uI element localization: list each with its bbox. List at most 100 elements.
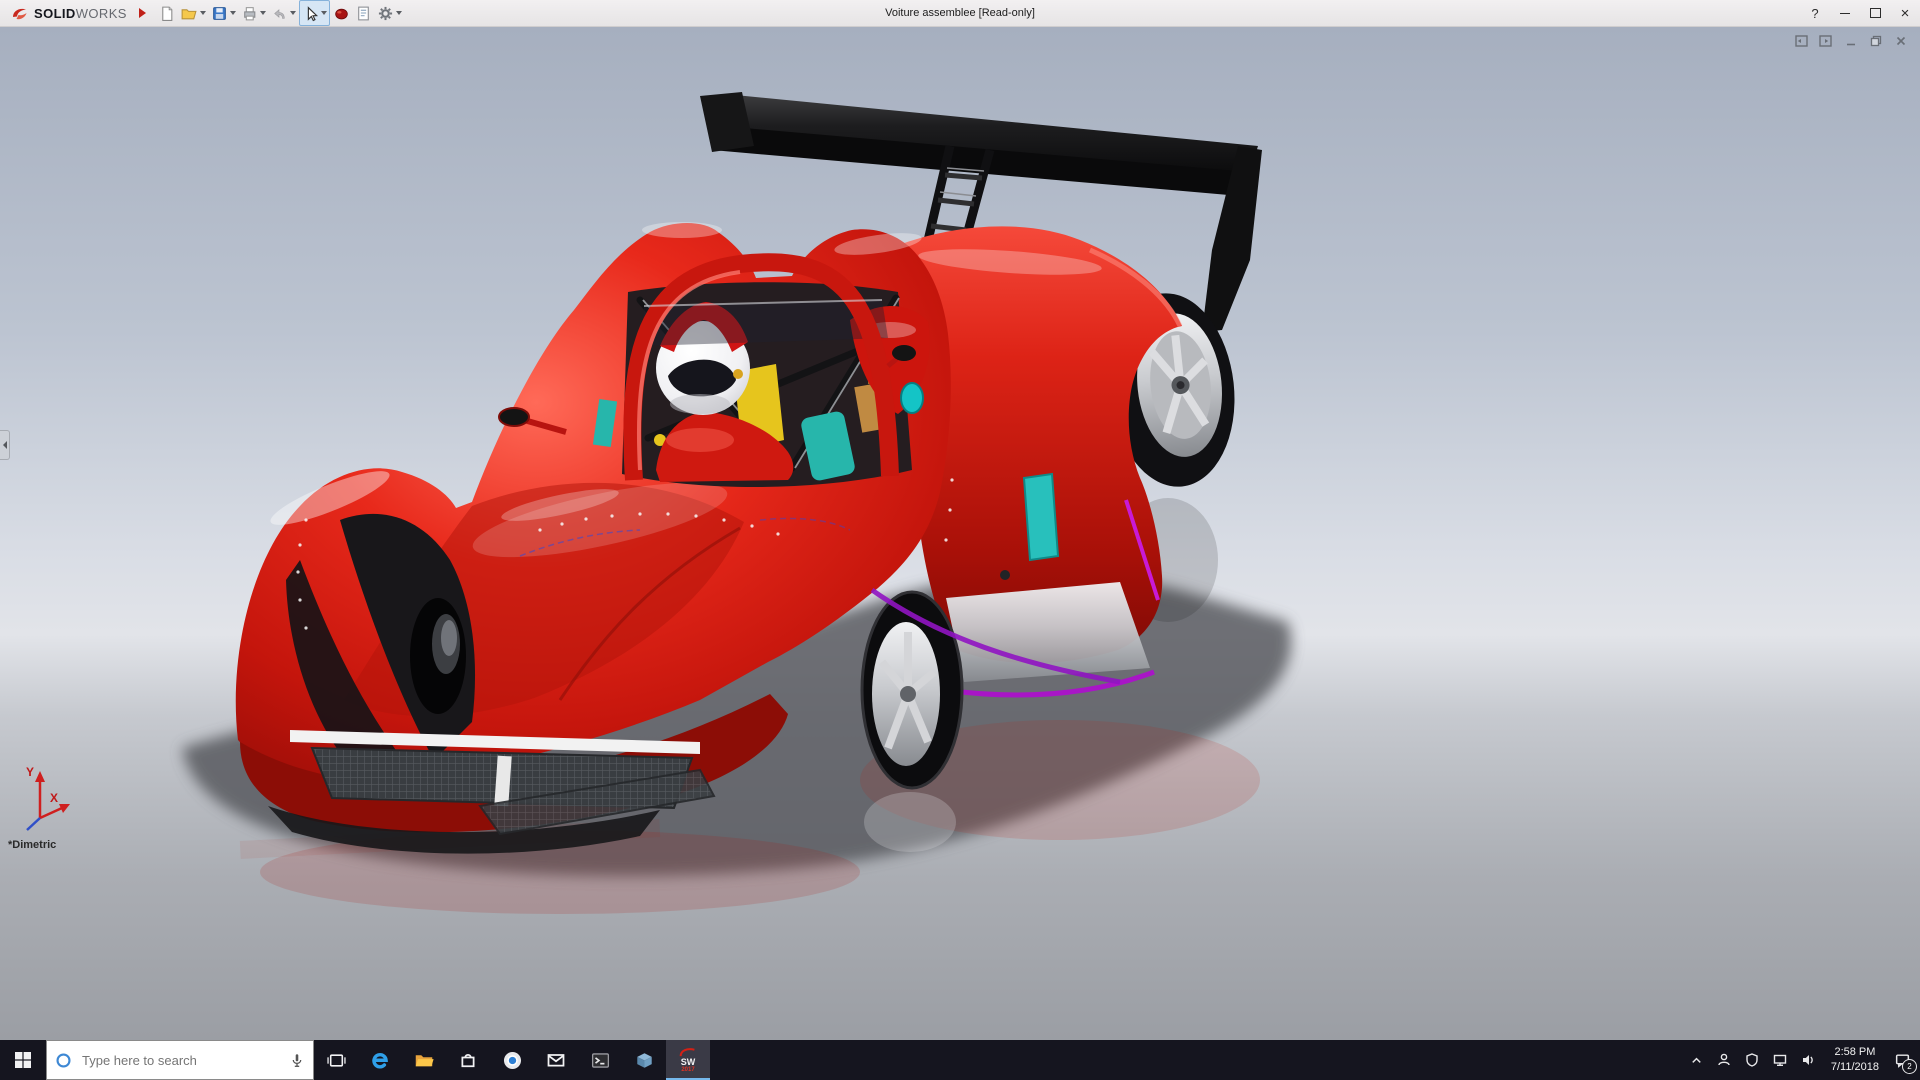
undo-icon <box>274 8 285 19</box>
store-button[interactable] <box>446 1040 490 1080</box>
clock-time: 2:58 PM <box>1834 1046 1876 1059</box>
tray-overflow-button[interactable] <box>1684 1040 1709 1080</box>
security-button[interactable] <box>1739 1040 1765 1080</box>
options-dropdown-caret[interactable] <box>395 11 402 15</box>
window-controls: ? × <box>1800 0 1920 26</box>
save-icon <box>212 6 226 20</box>
design-report-icon <box>358 6 369 20</box>
brand-text: SOLIDWORKS <box>34 5 127 21</box>
appearance-button[interactable] <box>331 1 352 25</box>
titlebar: SOLIDWORKS Voiture assemblee [Read-only]… <box>0 0 1920 27</box>
doc-close-button[interactable] <box>1892 33 1910 49</box>
open-dropdown-caret[interactable] <box>199 11 206 15</box>
windows-start-icon <box>15 1052 31 1068</box>
doc-minimize-button[interactable] <box>1842 33 1860 49</box>
doc-previous-window-button[interactable] <box>1792 33 1810 49</box>
network-icon <box>1773 1054 1787 1067</box>
start-button[interactable] <box>0 1040 46 1080</box>
doc-restore-icon <box>1870 35 1882 47</box>
search-input[interactable] <box>80 1051 281 1069</box>
design-report-button[interactable] <box>353 1 374 25</box>
appearance-icon <box>335 8 348 19</box>
maximize-button[interactable] <box>1860 0 1890 26</box>
chrome-icon <box>503 1051 521 1069</box>
store-bag-icon <box>461 1054 475 1068</box>
previous-window-icon <box>1795 35 1808 47</box>
rear-left-wheel[interactable] <box>860 590 964 790</box>
collapse-arrow-icon <box>2 441 7 449</box>
close-button[interactable]: × <box>1890 0 1920 26</box>
print-icon <box>244 6 256 20</box>
triad-y-label: Y <box>26 765 34 779</box>
view-orientation-label: *Dimetric <box>8 839 57 851</box>
new-document-icon <box>162 6 173 21</box>
triad-x-label: X <box>50 791 58 805</box>
open-folder-icon <box>181 8 197 19</box>
open-button[interactable] <box>178 1 208 25</box>
terminal-button[interactable] <box>578 1040 622 1080</box>
microphone-icon[interactable] <box>289 1052 305 1069</box>
mail-button[interactable] <box>534 1040 578 1080</box>
solidworks-taskbar-button[interactable]: SW 2017 <box>666 1040 710 1080</box>
save-button[interactable] <box>209 1 238 25</box>
network-button[interactable] <box>1767 1040 1793 1080</box>
solidworks-menu-button[interactable]: SOLIDWORKS <box>0 6 133 21</box>
menu-flyout-arrow-icon[interactable] <box>138 8 146 18</box>
maximize-icon <box>1869 8 1881 18</box>
print-dropdown-caret[interactable] <box>259 11 266 15</box>
save-dropdown-caret[interactable] <box>229 11 236 15</box>
options-button[interactable] <box>375 1 404 25</box>
print-button[interactable] <box>239 1 268 25</box>
edge-button[interactable] <box>358 1040 402 1080</box>
edge-icon <box>372 1053 388 1069</box>
taskbar-search[interactable] <box>46 1040 314 1080</box>
system-tray: 2:58 PM 7/11/2018 2 <box>1684 1040 1920 1080</box>
task-view-button[interactable] <box>314 1040 358 1080</box>
deck-intake-teal <box>900 382 924 414</box>
volume-button[interactable] <box>1795 1040 1821 1080</box>
3d-viewport-render[interactable]: Y X <box>0 27 1920 1040</box>
file-explorer-button[interactable] <box>402 1040 446 1080</box>
ds-logo-icon <box>13 8 27 19</box>
minimize-icon <box>1840 12 1850 14</box>
terminal-icon <box>591 1052 609 1068</box>
side-window-teal[interactable] <box>1022 472 1060 562</box>
undo-button[interactable] <box>269 1 298 25</box>
people-icon <box>1718 1053 1730 1066</box>
side-fastener <box>1000 570 1010 580</box>
help-button[interactable]: ? <box>1800 0 1830 26</box>
cortana-icon <box>56 1052 71 1068</box>
volume-icon <box>1802 1055 1813 1065</box>
next-window-icon <box>1819 35 1832 47</box>
doc-minimize-icon <box>1847 43 1855 46</box>
taskbar-clock[interactable]: 2:58 PM 7/11/2018 <box>1823 1045 1887 1075</box>
minimize-button[interactable] <box>1830 0 1860 26</box>
action-center-button[interactable]: 2 <box>1889 1040 1917 1080</box>
left-hump-gloss <box>642 222 722 238</box>
select-tool-button[interactable] <box>298 0 330 26</box>
chin-shadow <box>670 394 730 414</box>
new-document-button[interactable] <box>156 1 177 25</box>
cube-app-icon <box>636 1052 652 1068</box>
defender-shield-icon <box>1746 1053 1758 1067</box>
select-dropdown-caret[interactable] <box>320 11 327 15</box>
cad-viewer-button[interactable] <box>622 1040 666 1080</box>
people-button[interactable] <box>1711 1040 1737 1080</box>
feature-tree-collapse-tab[interactable] <box>0 430 10 460</box>
undo-dropdown-caret[interactable] <box>289 11 296 15</box>
doc-next-window-button[interactable] <box>1817 33 1835 49</box>
shoulder-gloss <box>666 428 734 452</box>
chrome-button[interactable] <box>490 1040 534 1080</box>
notification-badge: 2 <box>1902 1058 1917 1074</box>
select-cursor-icon <box>307 5 318 21</box>
solidworks-app-icon: SW 2017 <box>675 1047 701 1073</box>
graphics-viewport[interactable]: Y X *Dimetric <box>0 27 1920 1040</box>
solidworks-window: SOLIDWORKS Voiture assemblee [Read-only]… <box>0 0 1920 1080</box>
task-view-icon <box>326 1053 346 1067</box>
visor-pivot <box>733 369 743 379</box>
document-window-controls <box>1792 33 1910 49</box>
doc-close-icon <box>1896 36 1906 46</box>
doc-restore-button[interactable] <box>1867 33 1885 49</box>
windows-taskbar: SW 2017 <box>0 1040 1920 1080</box>
chevron-up-icon <box>1692 1057 1701 1063</box>
